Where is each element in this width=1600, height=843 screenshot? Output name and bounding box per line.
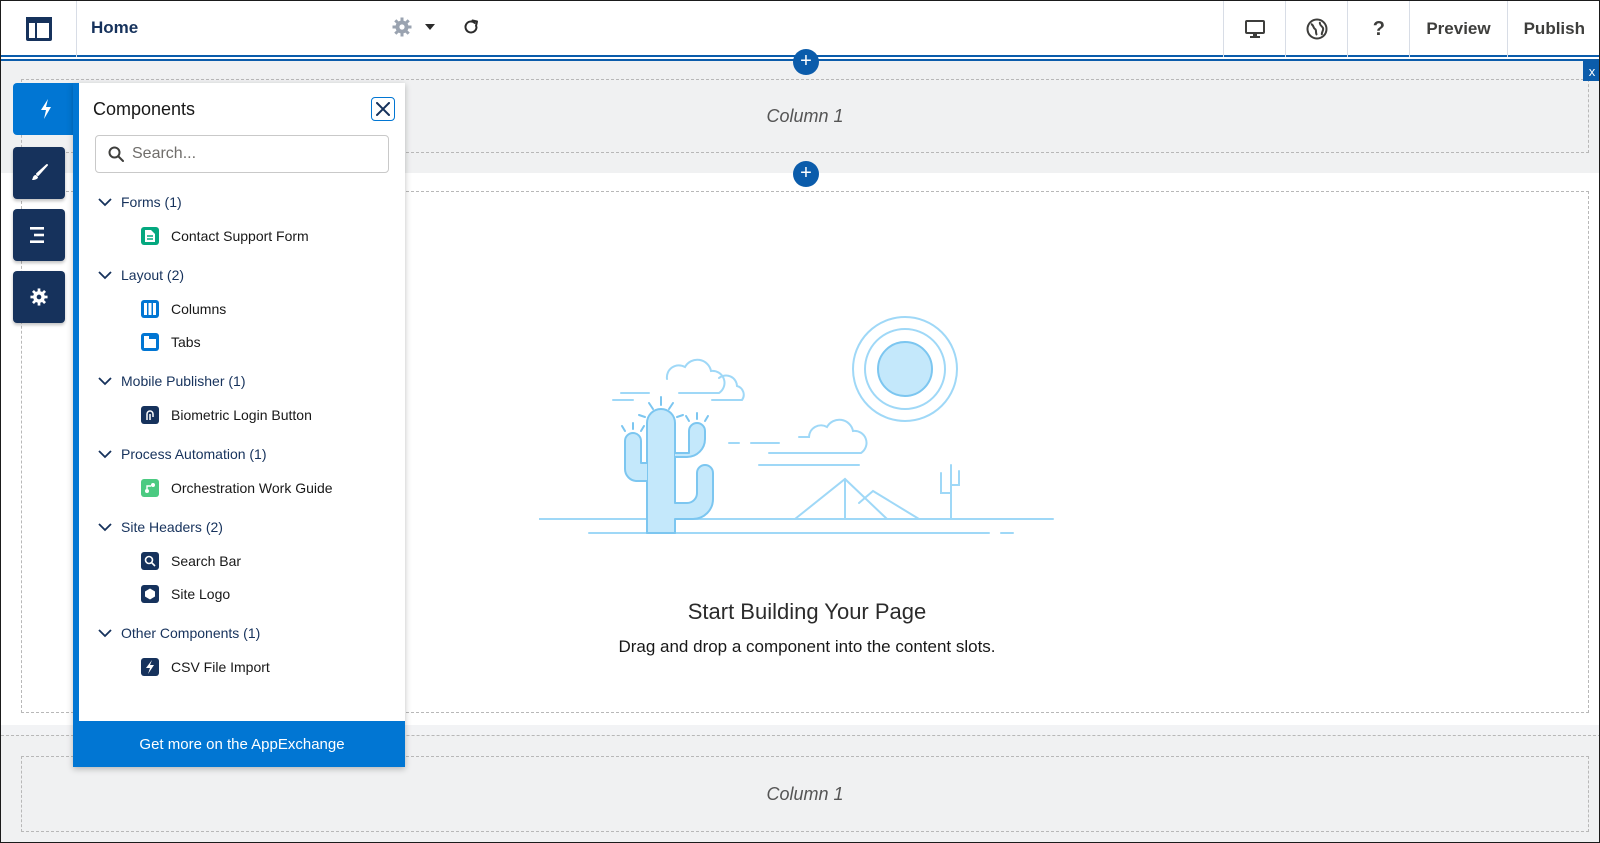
panel-header: Components: [79, 83, 405, 135]
desktop-icon: [1244, 20, 1265, 38]
component-site-logo[interactable]: Site Logo: [141, 583, 230, 605]
component-label: Columns: [171, 301, 227, 317]
columns-icon: [141, 300, 159, 318]
help-button[interactable]: ?: [1347, 1, 1409, 57]
experience-builder-window: Home ? Preview Publish Column 1 x + + Co…: [0, 0, 1600, 843]
component-tabs[interactable]: Tabs: [141, 331, 201, 353]
language-button[interactable]: [1285, 1, 1347, 57]
panel-title: Components: [93, 99, 196, 119]
chevron-down-icon: [98, 629, 112, 638]
gear-icon: [392, 17, 412, 37]
chevron-down-icon: [98, 377, 112, 386]
category-label: Other Components (1): [121, 625, 261, 641]
page-title[interactable]: Home: [91, 18, 138, 38]
empty-state-subtitle: Drag and drop a component into the conte…: [618, 637, 996, 656]
column-label: Column 1: [766, 783, 844, 804]
form-icon: [141, 227, 159, 245]
device-preview-button[interactable]: [1223, 1, 1285, 57]
lightning-icon: [141, 658, 159, 676]
category-label: Process Automation (1): [121, 446, 267, 462]
site-logo-icon: [141, 585, 159, 603]
component-csv-file-import[interactable]: CSV File Import: [141, 656, 270, 678]
page-settings-button[interactable]: [392, 17, 412, 42]
component-search-bar[interactable]: Search Bar: [141, 550, 241, 572]
category-other-components[interactable]: Other Components (1): [97, 622, 260, 644]
category-layout[interactable]: Layout (2): [97, 264, 184, 286]
orchestration-icon: [141, 479, 159, 497]
category-label: Forms (1): [121, 194, 182, 210]
appexchange-link[interactable]: Get more on the AppExchange: [79, 721, 405, 767]
category-mobile-publisher[interactable]: Mobile Publisher (1): [97, 370, 246, 392]
component-contact-support-form[interactable]: Contact Support Form: [141, 225, 309, 247]
empty-state-title: Start Building Your Page: [687, 599, 927, 624]
components-tab-button[interactable]: [13, 83, 79, 135]
lightning-icon: [41, 99, 51, 119]
components-panel: Components Forms (1) Contact Support Fo: [73, 83, 405, 767]
component-orchestration-work-guide[interactable]: Orchestration Work Guide: [141, 477, 333, 499]
component-label: Search Bar: [171, 553, 242, 569]
add-section-button[interactable]: +: [793, 161, 819, 187]
category-forms[interactable]: Forms (1): [97, 191, 182, 213]
paintbrush-icon: [32, 164, 48, 180]
settings-tab-button[interactable]: [13, 271, 65, 323]
close-icon: [376, 102, 390, 116]
component-biometric-login-button[interactable]: Biometric Login Button: [141, 404, 312, 426]
publish-button[interactable]: Publish: [1506, 1, 1599, 57]
gear-icon: [30, 288, 48, 306]
chevron-down-icon: [98, 450, 112, 459]
component-label: Tabs: [171, 334, 201, 350]
category-label: Mobile Publisher (1): [121, 373, 246, 389]
close-selection-button[interactable]: x: [1583, 61, 1599, 81]
preview-button[interactable]: Preview: [1409, 1, 1506, 57]
page-menu-chevron-down-icon[interactable]: [425, 24, 435, 30]
column-label: Column 1: [766, 105, 844, 126]
app-menu-button[interactable]: [1, 1, 77, 57]
theme-tab-button[interactable]: [13, 147, 65, 199]
component-label: Biometric Login Button: [171, 407, 312, 423]
search-icon: [108, 146, 124, 162]
chevron-down-icon: [98, 271, 112, 280]
page-structure-tab-button[interactable]: [13, 209, 65, 261]
component-label: CSV File Import: [171, 659, 270, 675]
refresh-icon: [464, 19, 478, 34]
tabs-icon: [141, 333, 159, 351]
component-columns[interactable]: Columns: [141, 298, 226, 320]
chevron-down-icon: [98, 198, 112, 207]
fingerprint-icon: [141, 406, 159, 424]
component-label: Contact Support Form: [171, 228, 309, 244]
close-panel-button[interactable]: [371, 97, 395, 121]
list-icon: [30, 227, 44, 243]
component-label: Orchestration Work Guide: [171, 480, 333, 496]
add-section-button[interactable]: +: [793, 49, 819, 75]
bottom-content-slot[interactable]: Column 1: [21, 756, 1589, 832]
layout-icon: [25, 17, 52, 41]
chevron-down-icon: [98, 523, 112, 532]
category-label: Layout (2): [121, 267, 185, 283]
category-label: Site Headers (2): [121, 519, 223, 535]
search-field[interactable]: [95, 135, 389, 173]
component-label: Site Logo: [171, 586, 231, 602]
toolbar-right-group: ? Preview Publish: [1223, 1, 1599, 57]
refresh-button[interactable]: [461, 17, 481, 42]
search-input[interactable]: [132, 136, 382, 172]
category-site-headers[interactable]: Site Headers (2): [97, 516, 223, 538]
desert-illustration-icon: [539, 316, 1054, 534]
category-process-automation[interactable]: Process Automation (1): [97, 443, 267, 465]
search-bar-icon: [141, 552, 159, 570]
top-toolbar: Home ? Preview Publish: [1, 1, 1599, 57]
globe-icon: [1306, 18, 1328, 40]
